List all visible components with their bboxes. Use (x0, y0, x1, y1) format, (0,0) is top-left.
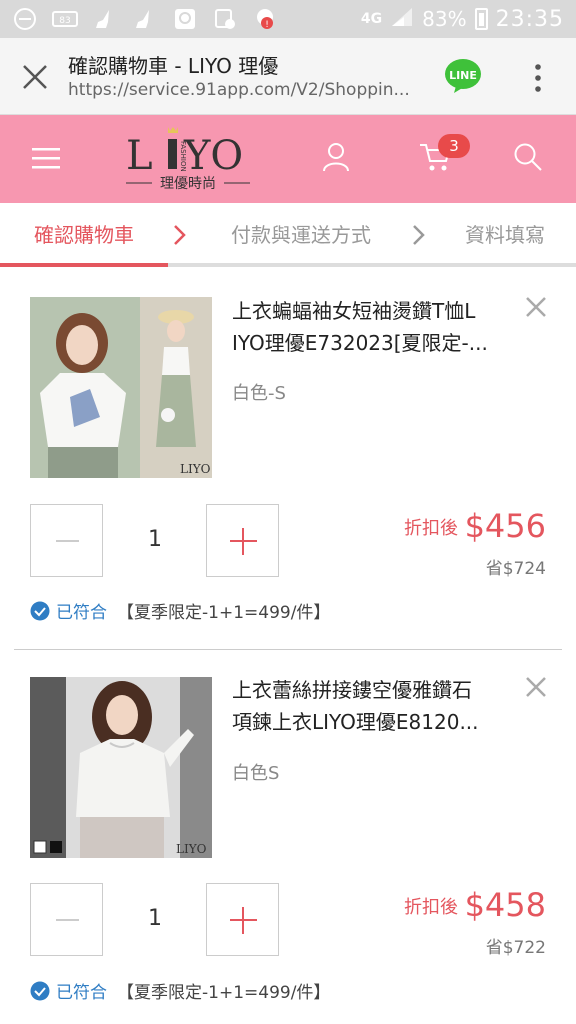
close-icon[interactable] (20, 62, 50, 92)
product-title-line1: 上衣蝙蝠袖女短袖燙鑽T恤L (232, 299, 476, 323)
step-fill-info: 資料填寫 (465, 223, 545, 247)
promo-description: 【夏季限定-1+1=499/件】 (117, 983, 331, 1003)
promo-status: 已符合 (56, 603, 107, 623)
item-saving: 省$722 (485, 938, 546, 958)
logo-text-l: L (126, 133, 153, 179)
status-bar: 83 ! 4G 83% 23:35 (0, 0, 576, 38)
cart-item: LIYO 上衣蕾絲拼接鏤空優雅鑽石 項鍊上衣LIYO理優E8120... 白色S… (0, 650, 576, 1024)
quantity-value: 1 (148, 906, 162, 931)
image-brand: LIYO (180, 462, 211, 476)
step-confirm-cart: 確認購物車 (34, 223, 134, 247)
item-price: $456 (464, 507, 546, 545)
promo-row: 已符合 【夏季限定-1+1=499/件】 (30, 598, 330, 623)
cart-count-badge: 3 (438, 134, 470, 158)
product-image[interactable]: LIYO (30, 677, 212, 858)
line-share-icon[interactable]: LINE (444, 58, 482, 94)
battery-icon (474, 8, 488, 30)
decrease-qty-button[interactable] (30, 883, 103, 956)
page-title: 確認購物車 - LIYO 理優 (68, 54, 279, 78)
item-saving: 省$724 (485, 559, 546, 579)
increase-qty-button[interactable] (206, 504, 279, 577)
checkout-steps: 確認購物車 付款與運送方式 資料填寫 (0, 203, 576, 267)
site-header: L YO FASHION 理優時尚 (0, 115, 576, 203)
logo-side: FASHION (179, 141, 187, 172)
promo-row: 已符合 【夏季限定-1+1=499/件】 (30, 978, 330, 1003)
logo-text-yo: YO (183, 133, 243, 179)
minus-circle-icon (12, 8, 38, 30)
svg-text:83: 83 (59, 16, 70, 26)
discount-label: 折扣後 (404, 518, 458, 539)
promo-description: 【夏季限定-1+1=499/件】 (117, 603, 331, 623)
user-icon[interactable] (322, 141, 350, 173)
promo-status: 已符合 (56, 983, 107, 1003)
remove-item-icon[interactable] (524, 675, 548, 699)
alert-icon: ! (252, 8, 278, 30)
step-payment-shipping: 付款與運送方式 (231, 223, 371, 247)
logo-sub: 理優時尚 (160, 176, 216, 192)
product-spec: 白色S (232, 763, 280, 784)
product-spec: 白色-S (232, 383, 286, 404)
check-circle-icon (30, 601, 50, 621)
menu-icon[interactable] (32, 145, 60, 171)
discount-label: 折扣後 (404, 897, 458, 918)
product-title[interactable]: 上衣蝙蝠袖女短袖燙鑽T恤L IYO理優E732023[夏限定-... (232, 295, 518, 359)
clock: 23:35 (495, 6, 564, 32)
product-title[interactable]: 上衣蕾絲拼接鏤空優雅鑽石 項鍊上衣LIYO理優E8120... (232, 674, 518, 738)
chevron-right-icon (411, 223, 427, 247)
line-label: LINE (449, 69, 477, 82)
battery-percent: 83% (422, 7, 467, 31)
chevron-right-icon (172, 223, 188, 247)
site-logo[interactable]: L YO FASHION 理優時尚 (118, 125, 258, 195)
product-title-line2: 項鍊上衣LIYO理優E8120... (232, 710, 479, 734)
signal-icon (390, 6, 414, 33)
increase-qty-button[interactable] (206, 883, 279, 956)
broom-icon (92, 8, 118, 30)
decrease-qty-button[interactable] (30, 504, 103, 577)
calendar-icon (212, 8, 238, 30)
svg-text:!: ! (265, 20, 269, 30)
more-vert-icon[interactable] (528, 62, 548, 94)
remove-item-icon[interactable] (524, 295, 548, 319)
item-price: $458 (464, 886, 546, 924)
product-title-line2: IYO理優E732023[夏限定-... (232, 331, 488, 355)
broom-icon (132, 8, 158, 30)
cart-item: LIYO 上衣蝙蝠袖女短袖燙鑽T恤L IYO理優E732023[夏限定-... … (0, 267, 576, 649)
product-image[interactable]: LIYO (30, 297, 212, 478)
check-circle-icon (30, 981, 50, 1001)
network-type: 4G (360, 11, 383, 27)
quantity-value: 1 (148, 527, 162, 552)
chat-icon (172, 8, 198, 30)
search-icon[interactable] (512, 141, 544, 173)
product-title-line1: 上衣蕾絲拼接鏤空優雅鑽石 (232, 678, 472, 702)
page-url[interactable]: https://service.91app.com/V2/Shoppin... (68, 80, 428, 100)
browser-bar: 確認購物車 - LIYO 理優 https://service.91app.co… (0, 38, 576, 115)
image-brand: LIYO (176, 842, 207, 856)
data-icon: 83 (52, 8, 78, 30)
